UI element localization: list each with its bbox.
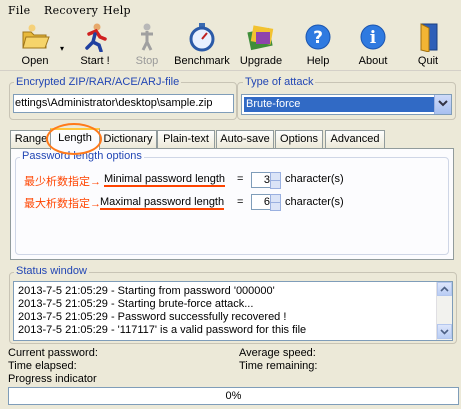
upgrade-box-icon: [246, 22, 276, 52]
attack-type-value: Brute-force: [244, 97, 434, 112]
log-line: 2013-7-5 21:05:29 - Starting from passwo…: [18, 285, 275, 297]
progress-text: 0%: [225, 390, 242, 402]
min-length-spinner[interactable]: 3: [251, 172, 281, 189]
max-length-label: Maximal password length: [100, 196, 225, 210]
chevron-down-icon: ▾: [59, 44, 64, 53]
stop-figure-icon: [132, 22, 162, 52]
menu-bar: File Recovery Help: [0, 0, 461, 20]
log-line: 2013-7-5 21:05:29 - Starting brute-force…: [18, 298, 254, 310]
average-speed-label: Average speed:: [239, 347, 316, 359]
dropdown-button[interactable]: [434, 95, 451, 114]
progress-indicator-label: Progress indicator: [8, 373, 97, 385]
chevron-down-icon: [438, 100, 448, 107]
log-line: 2013-7-5 21:05:29 - '117117' is a valid …: [18, 324, 307, 336]
status-log[interactable]: 2013-7-5 21:05:29 - Starting from passwo…: [13, 281, 453, 341]
chevron-up-icon: [440, 286, 449, 292]
progress-bar: 0%: [8, 387, 459, 405]
about-button[interactable]: i About: [355, 22, 391, 70]
time-remaining-label: Time remaining:: [239, 360, 318, 372]
min-length-label: Minimal password length: [104, 173, 226, 187]
status-window-title: Status window: [14, 265, 89, 277]
tab-dictionary[interactable]: Dictionary: [99, 130, 157, 148]
upgrade-button[interactable]: Upgrade: [238, 22, 284, 70]
spin-down-icon[interactable]: [270, 180, 281, 189]
runner-icon: [80, 22, 110, 53]
min-annotation: 最少析数指定→: [24, 176, 101, 188]
attack-type-select[interactable]: Brute-force: [241, 94, 452, 115]
stopwatch-icon: [187, 22, 217, 52]
info-icon: i: [358, 22, 388, 52]
exit-door-icon: [413, 22, 443, 53]
spin-down-icon[interactable]: [270, 202, 281, 211]
svg-text:?: ?: [313, 28, 323, 48]
menu-recovery[interactable]: Recovery: [44, 4, 98, 17]
start-button[interactable]: Start !: [75, 22, 115, 70]
help-button[interactable]: ? Help: [302, 22, 334, 70]
max-annotation: 最大析数指定→: [24, 198, 101, 210]
stop-button[interactable]: Stop: [129, 22, 165, 70]
menu-file[interactable]: File: [8, 4, 30, 17]
length-tab-panel: Password length options 最少析数指定→ Minimal …: [10, 148, 454, 260]
max-equals: =: [237, 196, 244, 208]
open-folder-icon: [20, 22, 50, 52]
toolbar: Open ▾ Start ! Stop Benchmark Upgrade ? …: [0, 20, 461, 71]
current-password-label: Current password:: [8, 347, 98, 359]
min-equals: =: [237, 173, 244, 185]
encrypted-file-path-input[interactable]: ettings\Administrator\desktop\sample.zip: [13, 94, 234, 113]
scroll-down-button[interactable]: [437, 324, 452, 339]
tab-plain-text[interactable]: Plain-text: [157, 130, 215, 148]
benchmark-button[interactable]: Benchmark: [174, 22, 230, 70]
highlight-ring: [46, 123, 102, 155]
tab-advanced[interactable]: Advanced: [325, 130, 385, 148]
max-unit: character(s): [285, 196, 344, 208]
max-length-spinner[interactable]: 6: [251, 194, 281, 211]
quit-button[interactable]: Quit: [413, 22, 443, 70]
tab-auto-save[interactable]: Auto-save: [216, 130, 274, 148]
min-unit: character(s): [285, 173, 344, 185]
open-button[interactable]: Open: [17, 22, 53, 70]
tab-options[interactable]: Options: [275, 130, 323, 148]
time-elapsed-label: Time elapsed:: [8, 360, 77, 372]
log-scrollbar[interactable]: [436, 282, 452, 340]
log-line: 2013-7-5 21:05:29 - Password successfull…: [18, 311, 287, 323]
open-dropdown-arrow[interactable]: ▾: [57, 22, 67, 70]
scroll-up-button[interactable]: [437, 282, 452, 296]
chevron-down-icon: [440, 329, 449, 335]
menu-help[interactable]: Help: [103, 4, 131, 17]
encrypted-file-label: Encrypted ZIP/RAR/ACE/ARJ-file: [14, 76, 182, 88]
attack-type-label: Type of attack: [243, 76, 316, 88]
question-mark-icon: ?: [303, 22, 333, 52]
svg-text:i: i: [370, 28, 377, 48]
